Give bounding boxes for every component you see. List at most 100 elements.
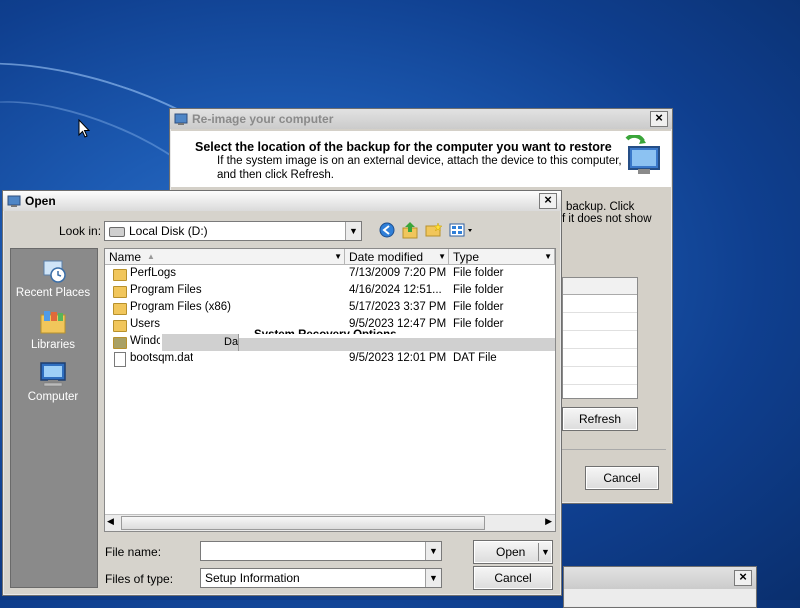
ghost-window-overlay: Da System Recovery Options bbox=[162, 329, 555, 351]
reimage-bottom-divider bbox=[562, 449, 666, 450]
file-name: Program Files bbox=[130, 284, 202, 296]
reimage-cancel-button[interactable]: Cancel bbox=[585, 466, 659, 490]
reimage-description-line2: and then click Refresh. bbox=[217, 169, 334, 181]
reimage-titlebar: Re-image your computer bbox=[170, 109, 672, 129]
chevron-down-icon[interactable]: ▼ bbox=[334, 249, 342, 265]
file-row[interactable]: PerfLogs 7/13/2009 7:20 PM File folder bbox=[105, 266, 555, 283]
file-type: File folder bbox=[453, 267, 504, 279]
file-list[interactable]: Name ▲ ▼ Date modified ▼ Type ▼ PerfLogs… bbox=[104, 248, 556, 532]
backup-list-row bbox=[563, 349, 637, 367]
horizontal-scrollbar[interactable]: ◀ ▶ bbox=[105, 514, 555, 531]
background-window-titlebar bbox=[564, 567, 756, 589]
libraries-icon bbox=[38, 307, 68, 337]
file-row[interactable]: Program Files 4/16/2024 12:51... File fo… bbox=[105, 283, 555, 300]
reimage-heading: Select the location of the backup for th… bbox=[195, 140, 612, 154]
refresh-button[interactable]: Refresh bbox=[562, 407, 638, 431]
scroll-right-icon[interactable]: ▶ bbox=[545, 516, 552, 527]
reimage-partial-text-1: backup. Click bbox=[566, 201, 635, 213]
view-menu-icon[interactable] bbox=[449, 222, 475, 241]
backup-list-row bbox=[563, 313, 637, 331]
file-date: 7/13/2009 7:20 PM bbox=[349, 267, 447, 279]
look-in-value: Local Disk (D:) bbox=[129, 224, 208, 238]
open-dialog-titlebar: Open bbox=[3, 191, 561, 211]
file-date: 5/17/2023 3:37 PM bbox=[349, 301, 447, 313]
reimage-partial-text-2: f it does not show bbox=[562, 213, 652, 225]
file-name-input[interactable]: ▼ bbox=[200, 541, 442, 561]
files-of-type-label: Files of type: bbox=[105, 572, 174, 586]
file-row[interactable]: bootsqm.dat 9/5/2023 12:01 PM DAT File bbox=[105, 351, 555, 368]
file-name: bootsqm.dat bbox=[130, 352, 194, 364]
column-header-type[interactable]: Type ▼ bbox=[449, 249, 555, 265]
reimage-description-line1: If the system image is on an external de… bbox=[217, 155, 622, 167]
files-of-type-value: Setup Information bbox=[205, 571, 300, 585]
folder-icon bbox=[113, 269, 127, 281]
sort-arrow-icon: ▲ bbox=[147, 252, 155, 261]
folder-icon bbox=[113, 286, 127, 298]
background-window-close-button[interactable]: × bbox=[734, 570, 752, 586]
folder-icon bbox=[113, 303, 127, 315]
open-split-divider bbox=[538, 543, 539, 561]
open-dialog-cancel-button[interactable]: Cancel bbox=[473, 566, 553, 590]
folder-icon bbox=[113, 337, 127, 349]
backup-list-row bbox=[563, 367, 637, 385]
place-recent-places[interactable]: Recent Places bbox=[11, 255, 95, 299]
open-dialog-close-button[interactable]: × bbox=[539, 193, 557, 209]
open-dialog-icon bbox=[7, 194, 21, 208]
place-computer-label: Computer bbox=[27, 391, 79, 403]
reimage-header-panel: Select the location of the backup for th… bbox=[171, 131, 671, 187]
computer-restore-icon bbox=[621, 133, 663, 182]
file-date: 9/5/2023 12:01 PM bbox=[349, 352, 447, 364]
drive-icon bbox=[109, 227, 125, 237]
back-icon[interactable] bbox=[379, 222, 395, 241]
background-window: × bbox=[563, 566, 757, 608]
column-header-date[interactable]: Date modified ▼ bbox=[345, 249, 449, 265]
file-name: PerfLogs bbox=[130, 267, 177, 279]
ghost-text-da: Da bbox=[224, 336, 239, 348]
places-bar: Recent Places Libraries Computer bbox=[10, 248, 98, 588]
computer-icon bbox=[38, 359, 68, 389]
chevron-down-icon[interactable]: ▼ bbox=[438, 249, 446, 265]
column-header-name[interactable]: Name ▲ ▼ bbox=[105, 249, 345, 265]
chevron-down-icon[interactable]: ▼ bbox=[345, 222, 361, 240]
recent-places-icon bbox=[38, 255, 68, 285]
file-row[interactable]: Program Files (x86) 5/17/2023 3:37 PM Fi… bbox=[105, 300, 555, 317]
open-dialog: Open × Look in: Local Disk (D:) ▼ Recent… bbox=[2, 190, 562, 596]
file-icon bbox=[114, 352, 126, 367]
ghost-white-strip bbox=[239, 334, 555, 338]
chevron-down-icon[interactable]: ▼ bbox=[425, 542, 441, 560]
file-type: File folder bbox=[453, 318, 504, 330]
backup-list-row bbox=[563, 331, 637, 349]
file-type: DAT File bbox=[453, 352, 497, 364]
look-in-label: Look in: bbox=[59, 224, 102, 238]
backup-list-row bbox=[563, 295, 637, 313]
backup-window-icon bbox=[174, 112, 188, 126]
place-libraries[interactable]: Libraries bbox=[11, 307, 95, 351]
reimage-close-button[interactable]: × bbox=[650, 111, 668, 127]
file-name: Users bbox=[130, 318, 161, 330]
new-folder-icon[interactable] bbox=[425, 222, 443, 241]
place-recent-places-label: Recent Places bbox=[15, 287, 91, 299]
file-type: File folder bbox=[453, 301, 504, 313]
files-of-type-combo[interactable]: Setup Information ▼ bbox=[200, 568, 442, 588]
backup-location-list[interactable] bbox=[562, 277, 638, 399]
scroll-left-icon[interactable]: ◀ bbox=[107, 516, 114, 527]
backup-list-header bbox=[563, 278, 637, 295]
file-row[interactable]: Windc Da System Recovery Options bbox=[105, 329, 555, 351]
reimage-title: Re-image your computer bbox=[192, 112, 334, 126]
chevron-down-icon[interactable]: ▼ bbox=[544, 249, 552, 265]
mouse-cursor-icon bbox=[78, 119, 90, 138]
file-type: File folder bbox=[453, 284, 504, 296]
place-libraries-label: Libraries bbox=[30, 339, 76, 351]
open-button-label: Open bbox=[496, 545, 526, 559]
open-button[interactable]: Open ▼ bbox=[473, 540, 553, 564]
file-name: Windc bbox=[130, 335, 160, 347]
chevron-down-icon[interactable]: ▼ bbox=[425, 569, 441, 587]
file-name: Program Files (x86) bbox=[130, 301, 231, 313]
scrollbar-thumb[interactable] bbox=[121, 516, 485, 530]
place-computer[interactable]: Computer bbox=[11, 359, 95, 403]
up-folder-icon[interactable] bbox=[402, 221, 418, 242]
folder-icon bbox=[113, 320, 127, 332]
open-dialog-title: Open bbox=[25, 194, 56, 208]
look-in-combo[interactable]: Local Disk (D:) ▼ bbox=[104, 221, 362, 241]
chevron-down-icon[interactable]: ▼ bbox=[541, 541, 550, 563]
